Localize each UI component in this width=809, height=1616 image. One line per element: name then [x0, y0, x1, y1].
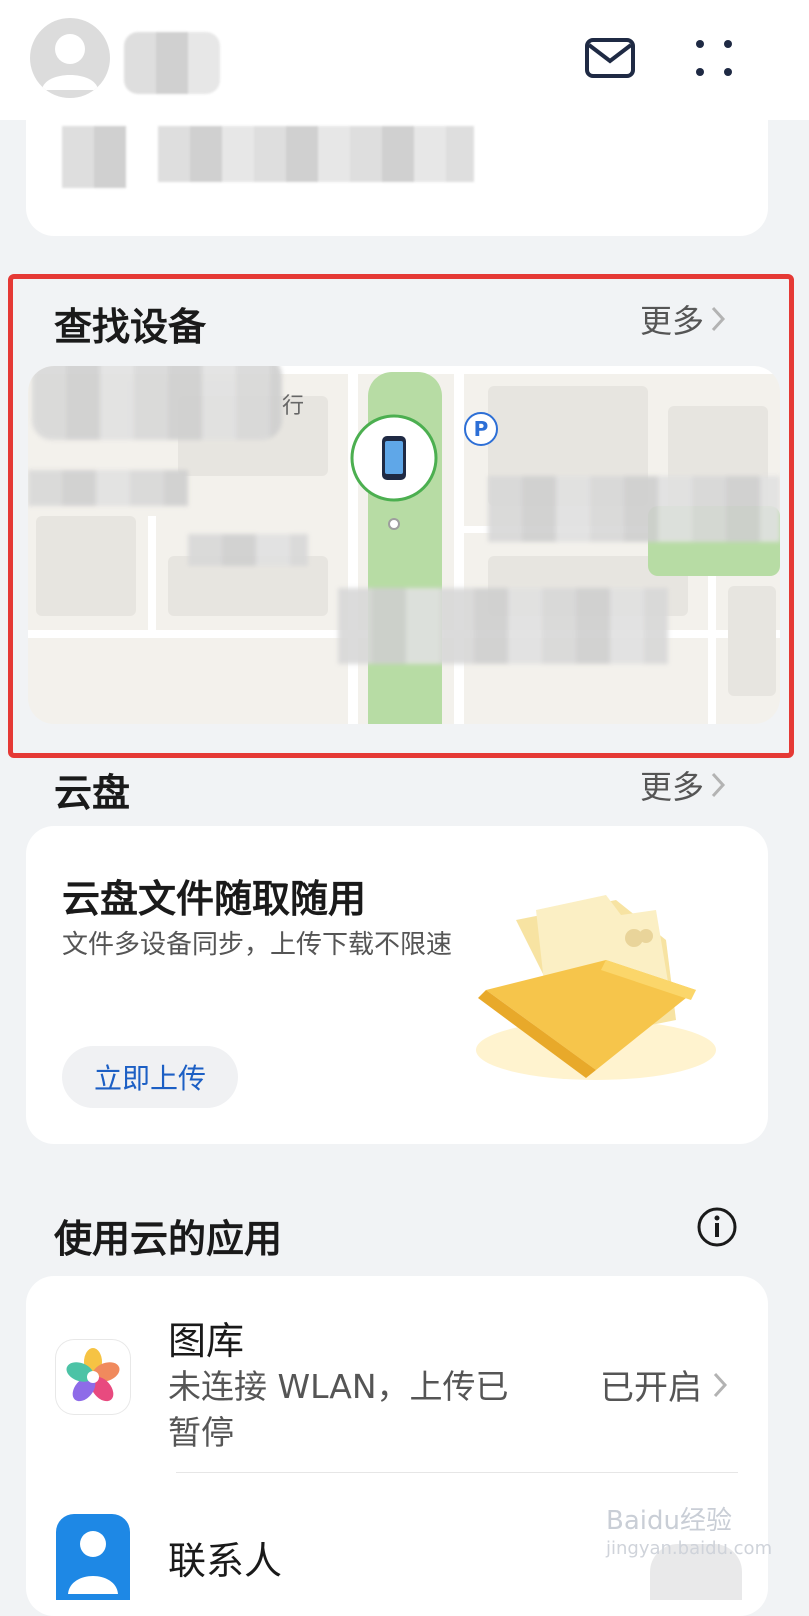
cloud-drive-card-subtitle: 文件多设备同步，上传下载不限速	[62, 930, 453, 960]
find-device-highlight-box	[8, 274, 794, 758]
contacts-app-name: 联系人	[168, 1539, 283, 1583]
gallery-app-icon	[56, 1340, 130, 1414]
flower-icon	[66, 1348, 120, 1402]
chevron-right-icon	[711, 772, 726, 798]
watermark: Baidu经验	[606, 1500, 732, 1537]
avatar[interactable]	[30, 18, 110, 98]
info-icon[interactable]	[696, 1206, 738, 1248]
chevron-right-icon	[713, 1372, 728, 1397]
person-icon	[68, 1531, 118, 1594]
gallery-sync-status[interactable]: 已开启	[600, 1360, 728, 1409]
cloud-drive-more[interactable]: 更多	[640, 762, 726, 808]
cloud-apps-title: 使用云的应用	[54, 1217, 283, 1261]
gallery-app-name: 图库	[168, 1319, 245, 1363]
folder-icon	[476, 895, 716, 1080]
account-info-blurred	[158, 126, 474, 182]
upload-now-button[interactable]: 立即上传	[62, 1046, 238, 1108]
more-dots-icon[interactable]	[694, 38, 736, 80]
gallery-sync-status-label: 已开启	[600, 1368, 702, 1408]
row-divider	[176, 1472, 738, 1473]
cloud-drive-card-title: 云盘文件随取随用	[62, 877, 367, 921]
folder-illustration	[456, 880, 716, 1090]
mail-icon[interactable]	[584, 36, 636, 80]
cloud-drive-title: 云盘	[54, 771, 131, 815]
watermark-text: Baidu经验	[606, 1506, 732, 1536]
account-icon-blurred	[62, 126, 126, 188]
cloud-drive-more-label: 更多	[640, 768, 705, 806]
contacts-app-icon	[56, 1514, 130, 1600]
gallery-app-status-line2: 暂停	[168, 1413, 234, 1452]
username-blurred	[124, 32, 220, 94]
gallery-app-status-line1: 未连接 WLAN，上传已	[168, 1367, 509, 1406]
user-silhouette-icon	[42, 34, 98, 90]
watermark-url: jingyan.baidu.com	[606, 1538, 773, 1559]
